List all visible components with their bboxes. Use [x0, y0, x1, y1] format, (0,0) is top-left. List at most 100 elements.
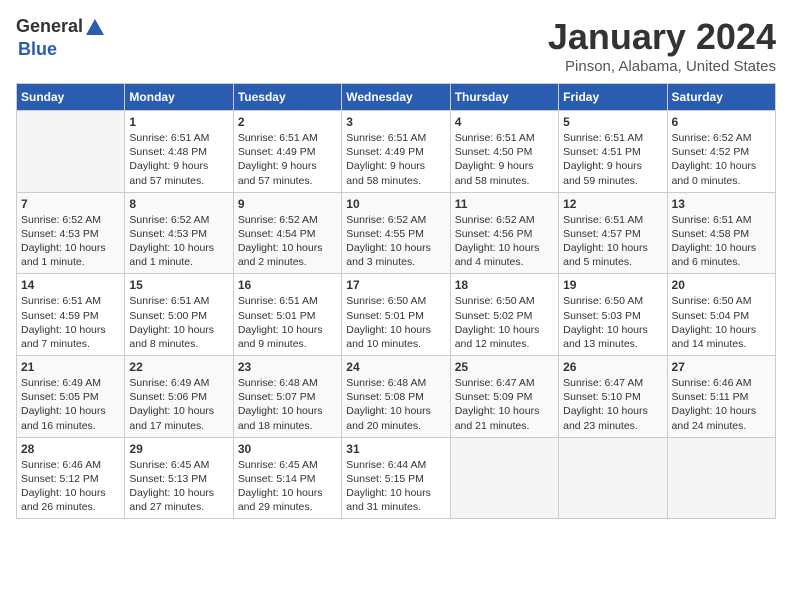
col-sunday: Sunday [17, 84, 125, 111]
day-info: Sunrise: 6:51 AMSunset: 4:58 PMDaylight:… [672, 213, 771, 270]
day-info: Sunrise: 6:52 AMSunset: 4:54 PMDaylight:… [238, 213, 337, 270]
table-row: 6 Sunrise: 6:52 AMSunset: 4:52 PMDaylight… [667, 111, 775, 193]
day-number: 31 [346, 442, 445, 456]
day-info: Sunrise: 6:47 AMSunset: 5:10 PMDaylight:… [563, 376, 662, 433]
table-row: 22 Sunrise: 6:49 AMSunset: 5:06 PMDayligh… [125, 356, 233, 438]
day-number: 14 [21, 278, 120, 292]
day-info: Sunrise: 6:46 AMSunset: 5:11 PMDaylight:… [672, 376, 771, 433]
calendar-week-row: 1Sunrise: 6:51 AMSunset: 4:48 PMDaylight… [17, 111, 776, 193]
day-number: 12 [563, 197, 662, 211]
day-number: 8 [129, 197, 228, 211]
day-number: 28 [21, 442, 120, 456]
table-row [17, 111, 125, 193]
table-row: 11 Sunrise: 6:52 AMSunset: 4:56 PMDayligh… [450, 192, 558, 274]
day-info: Sunrise: 6:52 AMSunset: 4:52 PMDaylight:… [672, 131, 771, 188]
table-row: 27 Sunrise: 6:46 AMSunset: 5:11 PMDayligh… [667, 356, 775, 438]
table-row: 30 Sunrise: 6:45 AMSunset: 5:14 PMDayligh… [233, 437, 341, 519]
day-info: Sunrise: 6:51 AMSunset: 5:00 PMDaylight:… [129, 294, 228, 351]
day-info: Sunrise: 6:52 AMSunset: 4:53 PMDaylight:… [21, 213, 120, 270]
day-number: 24 [346, 360, 445, 374]
table-row [667, 437, 775, 519]
day-number: 4 [455, 115, 554, 129]
day-info: Sunrise: 6:46 AMSunset: 5:12 PMDaylight:… [21, 458, 120, 515]
table-row [559, 437, 667, 519]
table-row [450, 437, 558, 519]
day-number: 23 [238, 360, 337, 374]
table-row: 15 Sunrise: 6:51 AMSunset: 5:00 PMDayligh… [125, 274, 233, 356]
title-block: January 2024 Pinson, Alabama, United Sta… [548, 16, 776, 75]
day-info: Sunrise: 6:51 AMSunset: 4:57 PMDaylight:… [563, 213, 662, 270]
col-friday: Friday [559, 84, 667, 111]
col-monday: Monday [125, 84, 233, 111]
calendar-week-row: 14 Sunrise: 6:51 AMSunset: 4:59 PMDayligh… [17, 274, 776, 356]
calendar-table: Sunday Monday Tuesday Wednesday Thursday… [16, 83, 776, 519]
table-row: 14 Sunrise: 6:51 AMSunset: 4:59 PMDayligh… [17, 274, 125, 356]
col-saturday: Saturday [667, 84, 775, 111]
table-row: 17Sunrise: 6:50 AMSunset: 5:01 PMDayligh… [342, 274, 450, 356]
day-info: Sunrise: 6:45 AMSunset: 5:14 PMDaylight:… [238, 458, 337, 515]
day-info: Sunrise: 6:52 AMSunset: 4:53 PMDaylight:… [129, 213, 228, 270]
table-row: 23 Sunrise: 6:48 AMSunset: 5:07 PMDayligh… [233, 356, 341, 438]
day-number: 10 [346, 197, 445, 211]
calendar-header-row: Sunday Monday Tuesday Wednesday Thursday… [17, 84, 776, 111]
table-row: 21Sunrise: 6:49 AMSunset: 5:05 PMDayligh… [17, 356, 125, 438]
table-row: 8 Sunrise: 6:52 AMSunset: 4:53 PMDaylight… [125, 192, 233, 274]
day-info: Sunrise: 6:52 AMSunset: 4:56 PMDaylight:… [455, 213, 554, 270]
table-row: 31 Sunrise: 6:44 AMSunset: 5:15 PMDayligh… [342, 437, 450, 519]
day-number: 9 [238, 197, 337, 211]
day-number: 13 [672, 197, 771, 211]
day-number: 26 [563, 360, 662, 374]
table-row: 13 Sunrise: 6:51 AMSunset: 4:58 PMDayligh… [667, 192, 775, 274]
day-number: 20 [672, 278, 771, 292]
day-number: 7 [21, 197, 120, 211]
calendar-week-row: 7 Sunrise: 6:52 AMSunset: 4:53 PMDaylight… [17, 192, 776, 274]
day-number: 30 [238, 442, 337, 456]
day-number: 1 [129, 115, 228, 129]
day-number: 18 [455, 278, 554, 292]
day-info: Sunrise: 6:49 AMSunset: 5:06 PMDaylight:… [129, 376, 228, 433]
table-row: 18 Sunrise: 6:50 AMSunset: 5:02 PMDayligh… [450, 274, 558, 356]
table-row: 7 Sunrise: 6:52 AMSunset: 4:53 PMDaylight… [17, 192, 125, 274]
day-info: Sunrise: 6:51 AMSunset: 4:59 PMDaylight:… [21, 294, 120, 351]
table-row: 16Sunrise: 6:51 AMSunset: 5:01 PMDayligh… [233, 274, 341, 356]
col-wednesday: Wednesday [342, 84, 450, 111]
day-number: 22 [129, 360, 228, 374]
calendar-week-row: 21Sunrise: 6:49 AMSunset: 5:05 PMDayligh… [17, 356, 776, 438]
table-row: 24Sunrise: 6:48 AMSunset: 5:08 PMDayligh… [342, 356, 450, 438]
day-info: Sunrise: 6:51 AMSunset: 4:51 PMDaylight:… [563, 131, 662, 188]
logo-icon [84, 17, 106, 39]
table-row: 26 Sunrise: 6:47 AMSunset: 5:10 PMDayligh… [559, 356, 667, 438]
location-title: Pinson, Alabama, United States [548, 58, 776, 75]
day-info: Sunrise: 6:49 AMSunset: 5:05 PMDaylight:… [21, 376, 120, 433]
day-info: Sunrise: 6:50 AMSunset: 5:04 PMDaylight:… [672, 294, 771, 351]
col-thursday: Thursday [450, 84, 558, 111]
table-row: 4 Sunrise: 6:51 AMSunset: 4:50 PMDaylight… [450, 111, 558, 193]
table-row: 19Sunrise: 6:50 AMSunset: 5:03 PMDayligh… [559, 274, 667, 356]
day-info: Sunrise: 6:50 AMSunset: 5:02 PMDaylight:… [455, 294, 554, 351]
calendar-week-row: 28 Sunrise: 6:46 AMSunset: 5:12 PMDayligh… [17, 437, 776, 519]
day-number: 2 [238, 115, 337, 129]
day-info: Sunrise: 6:51 AMSunset: 4:49 PMDaylight:… [238, 131, 337, 188]
day-info: Sunrise: 6:51 AMSunset: 4:50 PMDaylight:… [455, 131, 554, 188]
col-tuesday: Tuesday [233, 84, 341, 111]
table-row: 5 Sunrise: 6:51 AMSunset: 4:51 PMDaylight… [559, 111, 667, 193]
table-row: 20 Sunrise: 6:50 AMSunset: 5:04 PMDayligh… [667, 274, 775, 356]
table-row: 9 Sunrise: 6:52 AMSunset: 4:54 PMDaylight… [233, 192, 341, 274]
day-info: Sunrise: 6:44 AMSunset: 5:15 PMDaylight:… [346, 458, 445, 515]
table-row: 2 Sunrise: 6:51 AMSunset: 4:49 PMDaylight… [233, 111, 341, 193]
logo-general: General [16, 16, 83, 36]
day-number: 5 [563, 115, 662, 129]
day-info: Sunrise: 6:45 AMSunset: 5:13 PMDaylight:… [129, 458, 228, 515]
day-number: 25 [455, 360, 554, 374]
day-number: 3 [346, 115, 445, 129]
day-info: Sunrise: 6:48 AMSunset: 5:07 PMDaylight:… [238, 376, 337, 433]
day-number: 6 [672, 115, 771, 129]
day-number: 11 [455, 197, 554, 211]
table-row: 10Sunrise: 6:52 AMSunset: 4:55 PMDayligh… [342, 192, 450, 274]
day-number: 27 [672, 360, 771, 374]
day-number: 16 [238, 278, 337, 292]
table-row: 12 Sunrise: 6:51 AMSunset: 4:57 PMDayligh… [559, 192, 667, 274]
day-number: 29 [129, 442, 228, 456]
table-row: 29 Sunrise: 6:45 AMSunset: 5:13 PMDayligh… [125, 437, 233, 519]
day-number: 15 [129, 278, 228, 292]
